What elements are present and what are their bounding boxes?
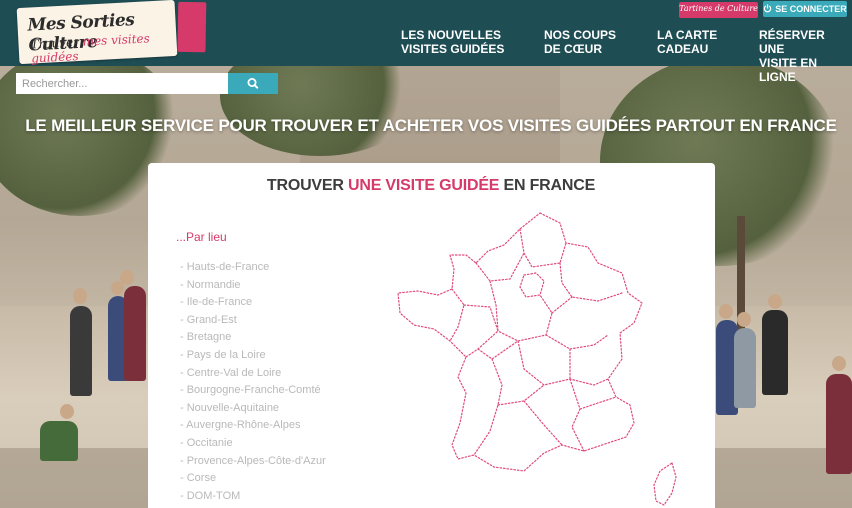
tartines-de-culture-button[interactable]: Tartines de Culture [679, 2, 758, 18]
background-person-head [832, 356, 846, 371]
map-border-bourgogne [545, 296, 609, 350]
logo-ticket-icon [177, 1, 207, 53]
nav-book-online[interactable]: RÉSERVER UNE VISITE EN LIGNE [759, 28, 852, 84]
france-regions-map[interactable] [394, 209, 684, 508]
region-link-auvergne-rhone-alpes[interactable]: - Auvergne-Rhône-Alpes [180, 417, 326, 435]
background-person-head [120, 270, 134, 285]
by-place-heading: ...Par lieu [176, 230, 227, 244]
map-border-idf [519, 272, 545, 298]
login-button[interactable]: SE CONNECTER [763, 1, 847, 17]
map-border-pays-de-la-loire [463, 304, 499, 358]
background-person [762, 310, 788, 395]
map-border-centre [489, 280, 553, 342]
map-border-auvergne [517, 340, 609, 386]
map-border-hauts-de-france [519, 228, 567, 268]
background-person-head [768, 294, 782, 309]
region-link-normandie[interactable]: - Normandie [180, 277, 326, 295]
background-person-head [60, 404, 74, 419]
background-person [826, 374, 852, 474]
region-link-bretagne[interactable]: - Bretagne [180, 329, 326, 347]
region-link-bourgogne-franche-comte[interactable]: - Bourgogne-Franche-Comté [180, 382, 326, 400]
map-outline-france [397, 212, 643, 472]
region-link-dom-tom[interactable]: - DOM-TOM [180, 488, 326, 506]
region-link-hauts-de-france[interactable]: - Hauts-de-France [180, 259, 326, 277]
map-border-nouvelle-aquitaine [473, 340, 519, 456]
region-link-centre-val-de-loire[interactable]: - Centre-Val de Loire [180, 365, 326, 383]
map-border-grand-est [559, 262, 623, 302]
tartines-label: Tartines de Culture [679, 4, 758, 13]
region-link-nouvelle-aquitaine[interactable]: - Nouvelle-Aquitaine [180, 400, 326, 418]
site-header: Mes Sorties Culture Trouver mes visites … [0, 0, 852, 84]
login-label: SE CONNECTER [775, 4, 847, 14]
power-icon [763, 4, 772, 13]
nav-label-line1: RÉSERVER UNE [759, 28, 825, 56]
nav-favorites[interactable]: NOS COUPS DE CŒUR [544, 28, 616, 56]
region-link-pays-de-la-loire[interactable]: - Pays de la Loire [180, 347, 326, 365]
site-logo[interactable]: Mes Sorties Culture Trouver mes visites … [16, 0, 207, 65]
hero-tagline: LE MEILLEUR SERVICE POUR TROUVER ET ACHE… [25, 116, 837, 135]
background-person-head [73, 288, 87, 304]
search-button[interactable] [228, 73, 278, 94]
region-link-grand-est[interactable]: - Grand-Est [180, 312, 326, 330]
region-list: - Hauts-de-France - Normandie - Ile-de-F… [180, 259, 326, 505]
finder-title: TROUVER UNE VISITE GUIDÉE EN FRANCE [148, 177, 714, 195]
region-link-occitanie[interactable]: - Occitanie [180, 435, 326, 453]
finder-title-c: EN FRANCE [499, 177, 596, 194]
background-person-head [737, 312, 751, 327]
background-person-head [719, 304, 733, 319]
finder-title-b: UNE VISITE GUIDÉE [347, 177, 500, 194]
map-border-bretagne [449, 288, 465, 342]
nav-label-line2: VISITE EN LIGNE [759, 56, 818, 84]
region-link-provence-alpes-cote-dazur[interactable]: - Provence-Alpes-Côte-d'Azur [180, 453, 326, 471]
nav-label-line2: VISITES GUIDÉES [401, 42, 505, 56]
map-outline-corse [653, 462, 677, 506]
logo-subtitle-b: mes [82, 33, 108, 49]
nav-label-line1: NOS COUPS [544, 28, 617, 42]
nav-new-guided-visits[interactable]: LES NOUVELLES VISITES GUIDÉES [401, 28, 504, 56]
nav-label-line2: DE CŒUR [544, 42, 603, 56]
region-link-ile-de-france[interactable]: - Ile-de-France [180, 294, 326, 312]
background-person [40, 421, 78, 461]
nav-label-line1: LES NOUVELLES [401, 28, 502, 42]
background-person [70, 306, 92, 396]
finder-title-a: TROUVER [266, 177, 348, 194]
map-border-occitanie [497, 384, 563, 446]
search-icon [247, 78, 259, 89]
background-person [124, 286, 146, 381]
search-input[interactable] [16, 73, 228, 94]
background-person [734, 328, 756, 408]
region-link-corse[interactable]: - Corse [180, 470, 326, 488]
visit-finder-card: TROUVER UNE VISITE GUIDÉE EN FRANCE ...P… [148, 163, 715, 508]
nav-gift-card[interactable]: LA CARTE CADEAU [657, 28, 717, 56]
map-border-normandie [475, 252, 525, 282]
nav-label-line1: LA CARTE [657, 28, 718, 42]
nav-label-line2: CADEAU [657, 42, 709, 56]
map-border-paca [569, 378, 617, 452]
